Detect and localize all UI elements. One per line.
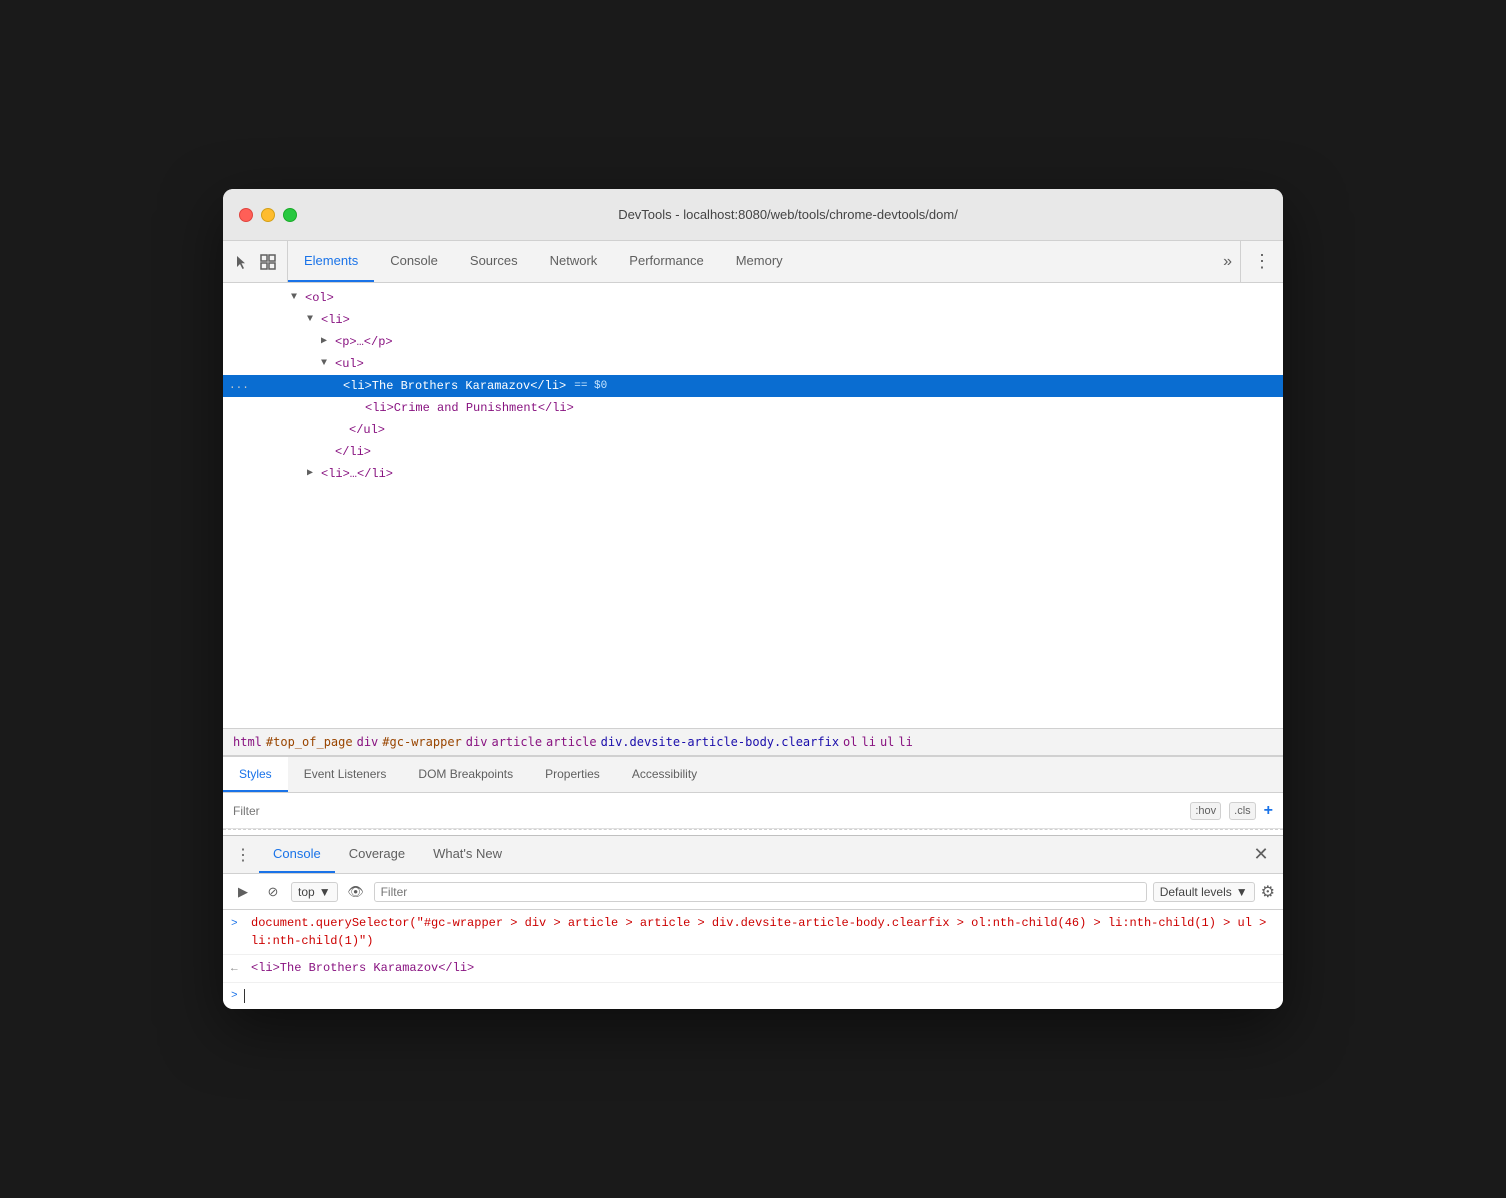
- main-tabs: Elements Console Sources Network Perform…: [288, 241, 1215, 282]
- tab-styles[interactable]: Styles: [223, 757, 288, 792]
- breadcrumb-div2[interactable]: div: [466, 735, 488, 749]
- devtools-tab-bar: Elements Console Sources Network Perform…: [223, 241, 1283, 283]
- console-gear-button[interactable]: ⚙: [1261, 882, 1275, 902]
- breadcrumb-li2[interactable]: li: [898, 735, 912, 749]
- styles-tabs: Styles Event Listeners DOM Breakpoints P…: [223, 757, 1283, 793]
- toolbar-icons: [223, 241, 288, 282]
- console-toolbar: ▶ ⊘ top ▼ 👁 Default levels ▼ ⚙: [223, 874, 1283, 910]
- breadcrumb-html[interactable]: html: [233, 735, 262, 749]
- styles-filter-input[interactable]: [233, 804, 1190, 818]
- styles-filter-buttons: :hov .cls +: [1190, 802, 1273, 820]
- console-output-entry: ← <li>The Brothers Karamazov</li>: [223, 955, 1283, 983]
- hov-button[interactable]: :hov: [1190, 802, 1221, 820]
- dom-line: <ol>: [223, 287, 1283, 309]
- console-input-code: document.querySelector("#gc-wrapper > di…: [251, 914, 1275, 950]
- tab-accessibility[interactable]: Accessibility: [616, 757, 713, 792]
- tab-memory[interactable]: Memory: [720, 241, 799, 282]
- breadcrumb-article1[interactable]: article: [491, 735, 542, 749]
- dom-tree-panel[interactable]: <ol> <li> <p>…</p> <ul> ... <li>The Brot…: [223, 283, 1283, 728]
- console-drawer-tabs: ⋮ Console Coverage What's New ✕: [223, 836, 1283, 874]
- window-title: DevTools - localhost:8080/web/tools/chro…: [309, 207, 1267, 222]
- title-bar: DevTools - localhost:8080/web/tools/chro…: [223, 189, 1283, 241]
- cls-button[interactable]: .cls: [1229, 802, 1256, 820]
- play-button[interactable]: ▶: [231, 880, 255, 904]
- breadcrumb-bar: html #top_of_page div #gc-wrapper div ar…: [223, 728, 1283, 756]
- console-drawer: ⋮ Console Coverage What's New ✕ ▶ ⊘ t: [223, 835, 1283, 1009]
- dom-line: <ul>: [223, 353, 1283, 375]
- dom-line-highlighted: ... <li>The Brothers Karamazov</li> == $…: [223, 375, 1283, 397]
- devtools-menu-button[interactable]: ⋮: [1240, 241, 1283, 282]
- minimize-button[interactable]: [261, 208, 275, 222]
- console-content[interactable]: > document.querySelector("#gc-wrapper > …: [223, 910, 1283, 1009]
- tab-properties[interactable]: Properties: [529, 757, 616, 792]
- eye-button[interactable]: 👁: [344, 880, 368, 904]
- breadcrumb-top-of-page[interactable]: #top_of_page: [266, 735, 353, 749]
- tabs-overflow-button[interactable]: »: [1215, 241, 1240, 282]
- tab-event-listeners[interactable]: Event Listeners: [288, 757, 403, 792]
- add-style-button[interactable]: +: [1264, 802, 1273, 820]
- console-filter-input[interactable]: [374, 882, 1147, 902]
- triangle-icon[interactable]: [321, 354, 335, 374]
- breadcrumb-div-devsite[interactable]: div.devsite-article-body.clearfix: [601, 735, 839, 749]
- context-select[interactable]: top ▼: [291, 882, 338, 902]
- maximize-button[interactable]: [283, 208, 297, 222]
- drawer-three-dots[interactable]: ⋮: [227, 845, 259, 865]
- triangle-icon[interactable]: [307, 464, 321, 484]
- default-levels-button[interactable]: Default levels ▼: [1153, 882, 1255, 902]
- tab-dom-breakpoints[interactable]: DOM Breakpoints: [402, 757, 529, 792]
- devtools-window: DevTools - localhost:8080/web/tools/chro…: [223, 189, 1283, 1009]
- drawer-tab-whats-new[interactable]: What's New: [419, 836, 516, 873]
- breadcrumb-ul[interactable]: ul: [880, 735, 894, 749]
- triangle-icon[interactable]: [321, 332, 335, 352]
- prompt-cursor: [244, 989, 245, 1003]
- drawer-close-button[interactable]: ✕: [1249, 843, 1273, 867]
- eq-marker: == $0: [574, 376, 607, 396]
- block-icon[interactable]: ⊘: [261, 880, 285, 904]
- triangle-icon[interactable]: [291, 288, 305, 308]
- traffic-lights: [239, 208, 297, 222]
- ellipsis: ...: [223, 376, 253, 396]
- console-output-arrow: ←: [231, 960, 245, 978]
- inspect-icon[interactable]: [259, 253, 277, 271]
- cursor-icon[interactable]: [233, 253, 251, 271]
- styles-filter-bar: :hov .cls +: [223, 793, 1283, 829]
- breadcrumb-article2[interactable]: article: [546, 735, 597, 749]
- triangle-icon[interactable]: [307, 310, 321, 330]
- close-button[interactable]: [239, 208, 253, 222]
- breadcrumb-gc-wrapper[interactable]: #gc-wrapper: [382, 735, 461, 749]
- dom-line: <li>: [223, 309, 1283, 331]
- tab-console[interactable]: Console: [374, 241, 454, 282]
- dom-line: <li>…</li>: [223, 463, 1283, 485]
- tab-network[interactable]: Network: [534, 241, 614, 282]
- tab-performance[interactable]: Performance: [613, 241, 719, 282]
- dom-line: <p>…</p>: [223, 331, 1283, 353]
- styles-panel: Styles Event Listeners DOM Breakpoints P…: [223, 756, 1283, 835]
- dom-line: <li>Crime and Punishment</li>: [223, 397, 1283, 419]
- drawer-tab-coverage[interactable]: Coverage: [335, 836, 419, 873]
- console-output-result: <li>The Brothers Karamazov</li>: [251, 959, 1275, 977]
- breadcrumb-li1[interactable]: li: [862, 735, 876, 749]
- console-input-entry: > document.querySelector("#gc-wrapper > …: [223, 910, 1283, 955]
- dom-line: </ul>: [223, 419, 1283, 441]
- breadcrumb-ol[interactable]: ol: [843, 735, 857, 749]
- prompt-arrow: >: [231, 987, 238, 1005]
- console-prompt[interactable]: >: [223, 983, 1283, 1009]
- tab-elements[interactable]: Elements: [288, 241, 374, 282]
- dom-line: </li>: [223, 441, 1283, 463]
- drawer-tab-console[interactable]: Console: [259, 836, 335, 873]
- tab-sources[interactable]: Sources: [454, 241, 534, 282]
- breadcrumb-div1[interactable]: div: [357, 735, 379, 749]
- console-input-arrow: >: [231, 915, 245, 933]
